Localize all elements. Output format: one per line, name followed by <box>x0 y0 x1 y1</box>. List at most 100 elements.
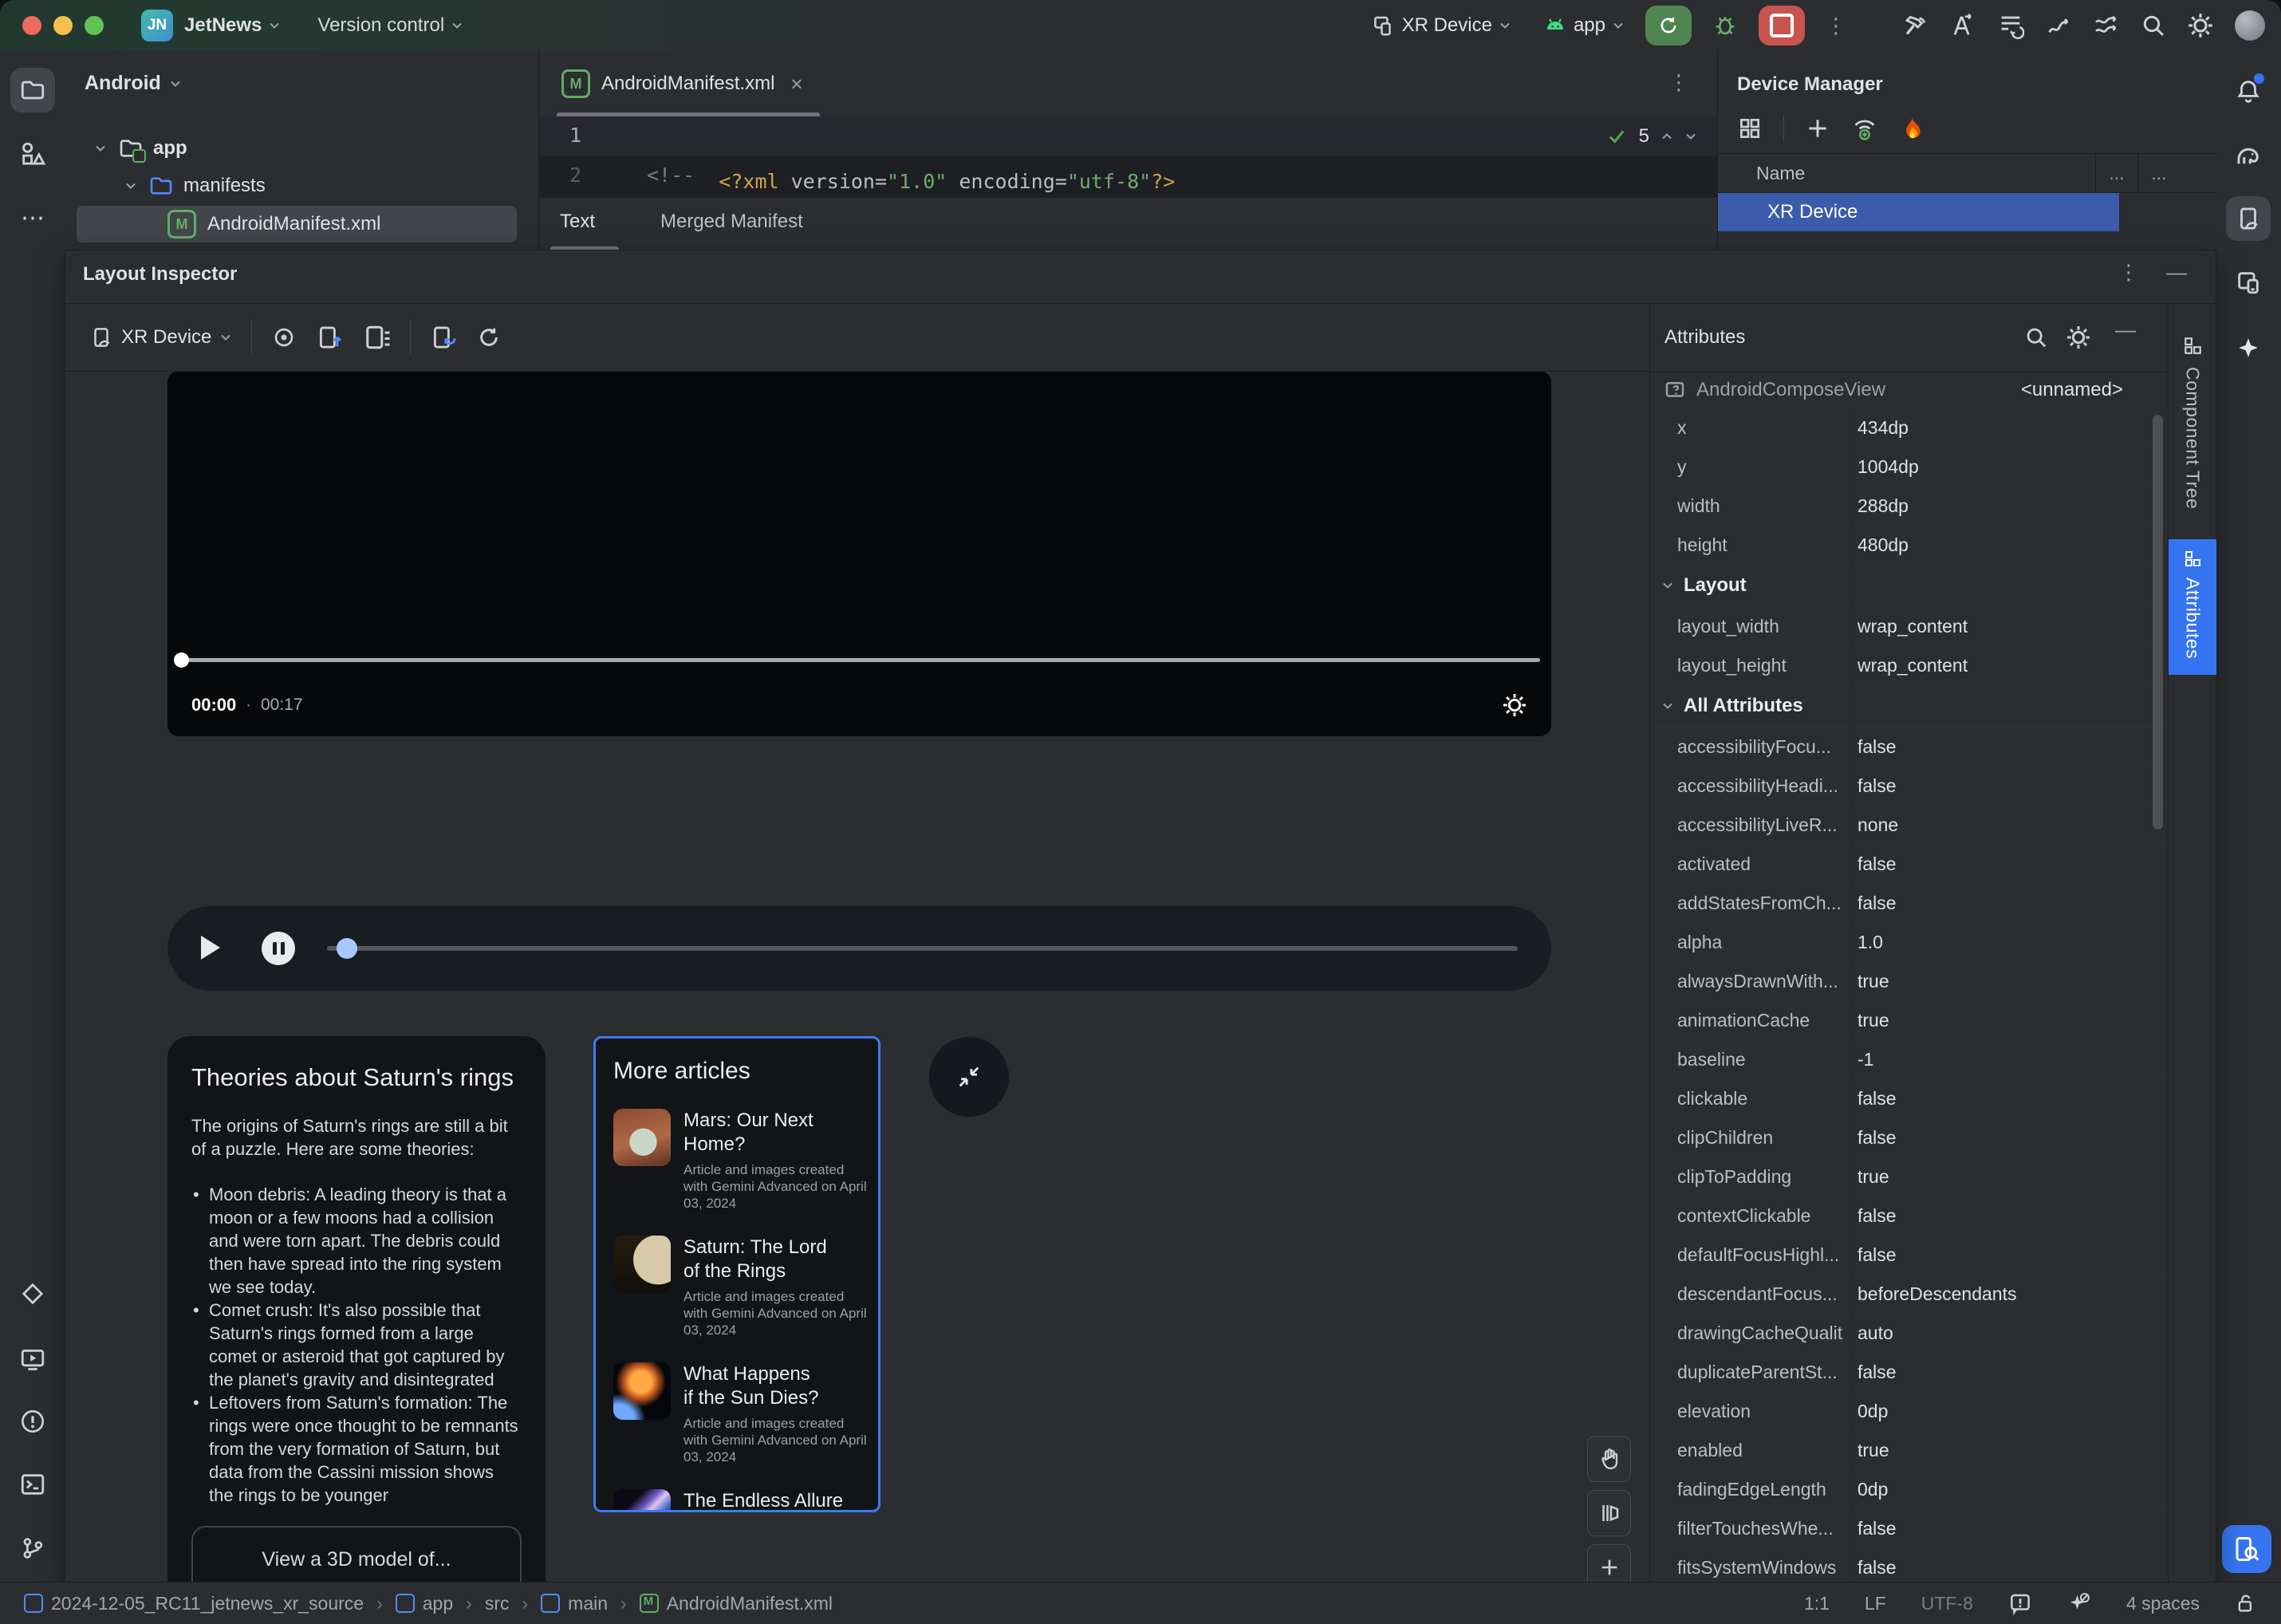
unlock-icon[interactable] <box>2235 1592 2257 1614</box>
attribute-row[interactable]: fadingEdgeLength 0dp <box>1650 1470 2168 1509</box>
attribute-row[interactable]: clickable false <box>1650 1079 2168 1118</box>
attributes-settings-button[interactable] <box>2066 325 2091 350</box>
pause-button[interactable] <box>262 932 295 965</box>
inspector-device-selector[interactable]: XR Device <box>89 325 232 349</box>
device-row-xr-device[interactable]: XR Device <box>1718 193 2119 231</box>
commit-tool-button[interactable] <box>10 1271 55 1316</box>
tree-row-manifests[interactable]: manifests <box>65 168 538 204</box>
run-configuration-selector[interactable]: app <box>1543 14 1625 37</box>
attribute-row[interactable]: clipChildren false <box>1650 1118 2168 1157</box>
firebase-flame-icon[interactable] <box>1899 116 1924 141</box>
article-item[interactable]: The Endless Allure of the Universe Artic… <box>613 1489 878 1510</box>
breadcrumb-item[interactable]: app <box>395 1593 485 1614</box>
manifest-text-tab[interactable]: Text <box>560 211 595 233</box>
attribute-row[interactable]: accessibilityLiveR... none <box>1650 806 2168 845</box>
attribute-row[interactable]: elevation 0dp <box>1650 1392 2168 1431</box>
more-articles-card[interactable]: More articles Mars: Our Next Home? Artic… <box>593 1036 880 1512</box>
selected-component-row[interactable]: AndroidComposeView <unnamed> <box>1650 372 2168 408</box>
project-tool-button[interactable] <box>10 68 55 112</box>
zoom-window-button[interactable] <box>85 16 104 35</box>
media-control-bar[interactable] <box>167 906 1551 991</box>
close-window-button[interactable] <box>22 16 41 35</box>
ai-assistant-off-icon[interactable] <box>2067 1591 2091 1615</box>
build-hammer-icon[interactable] <box>1901 12 1928 39</box>
group-devices-icon[interactable] <box>1737 116 1763 141</box>
debug-button[interactable] <box>1712 13 1738 38</box>
video-progress-bar[interactable] <box>179 658 1540 662</box>
layout-inspector-options[interactable]: ⋮ <box>2118 260 2139 285</box>
editor-tab-options[interactable]: ⋮ <box>1668 70 1689 95</box>
tree-row-androidmanifest[interactable]: M AndroidManifest.xml <box>77 206 517 242</box>
attribute-row[interactable]: addStatesFromCh... false <box>1650 884 2168 923</box>
attribute-row[interactable]: animationCache true <box>1650 1001 2168 1040</box>
attribute-row[interactable]: baseline -1 <box>1650 1040 2168 1079</box>
version-control-menu[interactable]: Version control <box>317 14 444 37</box>
attribute-row[interactable]: duplicateParentSt... false <box>1650 1353 2168 1392</box>
column-header-more2[interactable]: ... <box>2138 163 2180 184</box>
code-line-2[interactable]: <!-- <box>647 164 695 187</box>
attribute-row[interactable]: contextClickable false <box>1650 1196 2168 1236</box>
inspections-widget[interactable]: 5 <box>1605 120 1697 153</box>
view-3d-model-button[interactable]: View a 3D model of... <box>191 1526 522 1583</box>
column-header-name[interactable]: Name <box>1718 163 2095 184</box>
attribute-row[interactable]: activated false <box>1650 845 2168 884</box>
resource-manager-tool-button[interactable] <box>10 132 55 176</box>
close-tab-icon[interactable]: × <box>790 72 802 97</box>
attributes-scrollbar[interactable] <box>2153 415 2163 830</box>
gradle-tool-button[interactable] <box>2226 132 2271 177</box>
all-attributes-section-header[interactable]: All Attributes <box>1650 685 2168 727</box>
live-updates-icon[interactable] <box>271 325 297 350</box>
zoom-in-button[interactable] <box>1588 1545 1630 1583</box>
search-everywhere-icon[interactable] <box>2141 13 2166 38</box>
gemini-tool-button[interactable] <box>2226 325 2271 370</box>
terminal-tool-button[interactable] <box>10 1462 55 1507</box>
attribute-row[interactable]: fitsSystemWindows false <box>1650 1548 2168 1583</box>
media-slider-track[interactable] <box>327 946 1518 951</box>
editor-tab-androidmanifest[interactable]: M AndroidManifest.xml × <box>539 51 1718 116</box>
running-devices-tool-button[interactable] <box>2226 260 2271 305</box>
services-tool-button[interactable] <box>10 1337 55 1382</box>
attributes-search-button[interactable] <box>2024 325 2048 349</box>
apply-code-changes-icon[interactable] <box>1997 12 2024 39</box>
attribute-row[interactable]: layout_width wrap_content <box>1650 607 2168 646</box>
attribute-row[interactable]: descendantFocus... beforeDescendants <box>1650 1275 2168 1314</box>
pan-mode-button[interactable] <box>1587 1436 1631 1482</box>
layout-section-header[interactable]: Layout <box>1650 565 2168 607</box>
line-separator[interactable]: LF <box>1865 1593 1886 1614</box>
video-player[interactable]: 00:00 · 00:17 <box>167 372 1551 736</box>
attribute-row[interactable]: accessibilityHeadi... false <box>1650 767 2168 806</box>
export-snapshot-icon[interactable] <box>316 324 343 351</box>
apply-changes-icon[interactable] <box>1949 12 1976 39</box>
notifications-button[interactable] <box>2226 69 2271 113</box>
breadcrumb-item[interactable]: main <box>541 1593 640 1614</box>
rerun-button[interactable] <box>1645 6 1692 45</box>
article-item[interactable]: Mars: Our Next Home? Article and images … <box>613 1109 878 1212</box>
prev-inspection-icon[interactable] <box>1661 130 1673 143</box>
code-line-1[interactable]: <?xml version="1.0" encoding="utf-8"?> <box>647 124 1175 193</box>
problems-tool-button[interactable] <box>10 1399 55 1444</box>
merged-manifest-tab[interactable]: Merged Manifest <box>660 211 803 233</box>
snapshot-list-icon[interactable] <box>362 323 391 352</box>
attribute-row[interactable]: layout_height wrap_content <box>1650 646 2168 685</box>
rotate-3d-button[interactable] <box>1587 1490 1631 1536</box>
media-slider-thumb[interactable] <box>337 938 357 959</box>
profiler-icon[interactable] <box>2045 12 2072 39</box>
tree-row-app[interactable]: app <box>65 130 538 167</box>
collapse-panel-button[interactable] <box>929 1037 1009 1117</box>
add-device-icon[interactable] <box>1805 116 1830 141</box>
stop-button[interactable] <box>1759 6 1805 45</box>
pair-wifi-icon[interactable] <box>1851 115 1878 142</box>
attributes-tab[interactable]: Attributes <box>2169 539 2216 675</box>
saturn-theories-card[interactable]: Theories about Saturn's rings The origin… <box>167 1036 546 1583</box>
device-manager-tool-button[interactable] <box>2226 196 2271 241</box>
minimize-window-button[interactable] <box>53 16 73 35</box>
breadcrumb-item[interactable]: src <box>485 1593 541 1614</box>
layout-inspector-minimize[interactable]: — <box>2166 260 2187 285</box>
caret-position[interactable]: 1:1 <box>1804 1593 1830 1614</box>
device-selector[interactable]: XR Device <box>1372 14 1511 37</box>
play-icon[interactable] <box>201 936 220 960</box>
project-name-menu[interactable]: JetNews <box>184 14 262 37</box>
breadcrumb-item[interactable]: 2024-12-05_RC11_jetnews_xr_source <box>24 1593 396 1614</box>
attribute-row[interactable]: y 1004dp <box>1650 447 2168 487</box>
attribute-row[interactable]: x 434dp <box>1650 408 2168 447</box>
